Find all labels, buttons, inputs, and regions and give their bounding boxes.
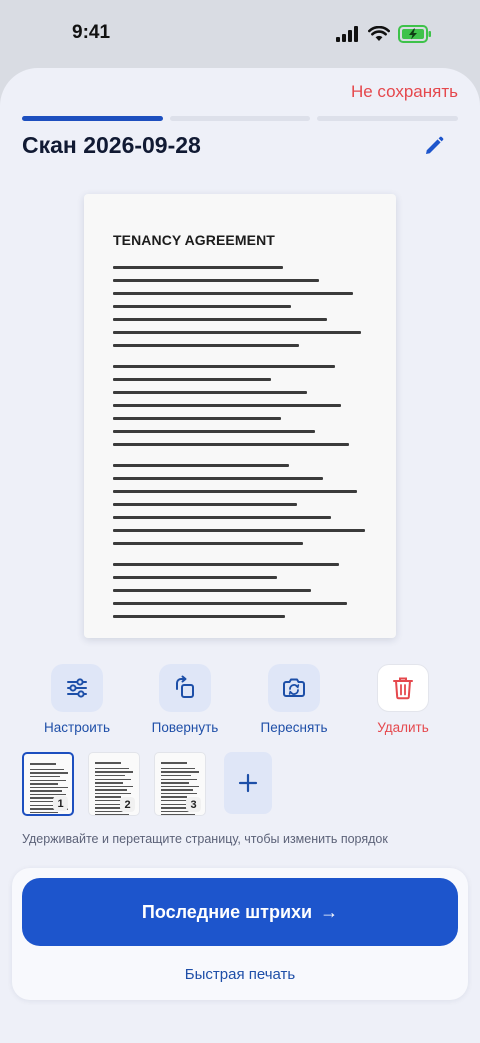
wifi-icon — [368, 26, 390, 41]
quick-print-button[interactable]: Быстрая печать — [12, 966, 468, 983]
page-actions: Настроить Повернуть Переснять Удалить — [0, 664, 480, 736]
arrow-right-icon: → — [320, 901, 339, 922]
scan-review-sheet: Не сохранять Скан 2026-09-28 TENANCY AGR… — [0, 68, 480, 1043]
finishing-touches-label: Последние штрихи — [141, 901, 313, 922]
retake-camera-icon — [268, 664, 320, 712]
page-thumbnail-1[interactable]: 1 — [22, 752, 74, 816]
document-preview[interactable]: TENANCY AGREEMENT — [84, 194, 396, 638]
progress-step-3 — [317, 116, 459, 121]
bottom-actions-card: Последние штрихи → Быстрая печать — [12, 868, 468, 1000]
rotate-icon — [159, 664, 211, 712]
delete-button[interactable]: Удалить — [348, 664, 458, 735]
page-thumbnails: 1 2 3 — [22, 752, 272, 818]
retake-label: Переснять — [260, 720, 328, 735]
document-heading: TENANCY AGREEMENT — [113, 232, 275, 248]
trash-icon — [377, 664, 429, 712]
page-thumbnail-3[interactable]: 3 — [154, 752, 206, 816]
add-page-button[interactable] — [224, 752, 272, 814]
status-time: 9:41 — [72, 22, 111, 43]
status-bar: 9:41 — [0, 0, 480, 68]
edit-title-icon[interactable] — [422, 134, 446, 158]
step-progress — [22, 116, 459, 121]
page-thumbnail-2[interactable]: 2 — [88, 752, 140, 816]
retake-button[interactable]: Переснять — [239, 664, 349, 735]
page-number-badge: 2 — [120, 797, 135, 812]
page-number-badge: 3 — [186, 797, 201, 812]
signal-icon — [336, 26, 358, 42]
reorder-hint: Удерживайте и перетащите страницу, чтобы… — [22, 832, 388, 846]
document-text-lines — [113, 266, 373, 628]
discard-button[interactable]: Не сохранять — [351, 82, 458, 102]
status-icons — [336, 25, 432, 43]
progress-step-2 — [169, 116, 311, 121]
delete-label: Удалить — [377, 720, 429, 735]
page-number-badge: 1 — [53, 796, 68, 811]
plus-icon — [238, 773, 258, 793]
rotate-button[interactable]: Повернуть — [130, 664, 240, 735]
page-title: Скан 2026-09-28 — [22, 132, 201, 158]
battery-charging-icon — [398, 25, 431, 43]
finishing-touches-button[interactable]: Последние штрихи → — [22, 878, 458, 946]
sliders-icon — [51, 664, 103, 712]
rotate-label: Повернуть — [151, 720, 219, 735]
adjust-button[interactable]: Настроить — [22, 664, 132, 735]
adjust-label: Настроить — [44, 720, 110, 735]
progress-step-1 — [22, 116, 163, 121]
